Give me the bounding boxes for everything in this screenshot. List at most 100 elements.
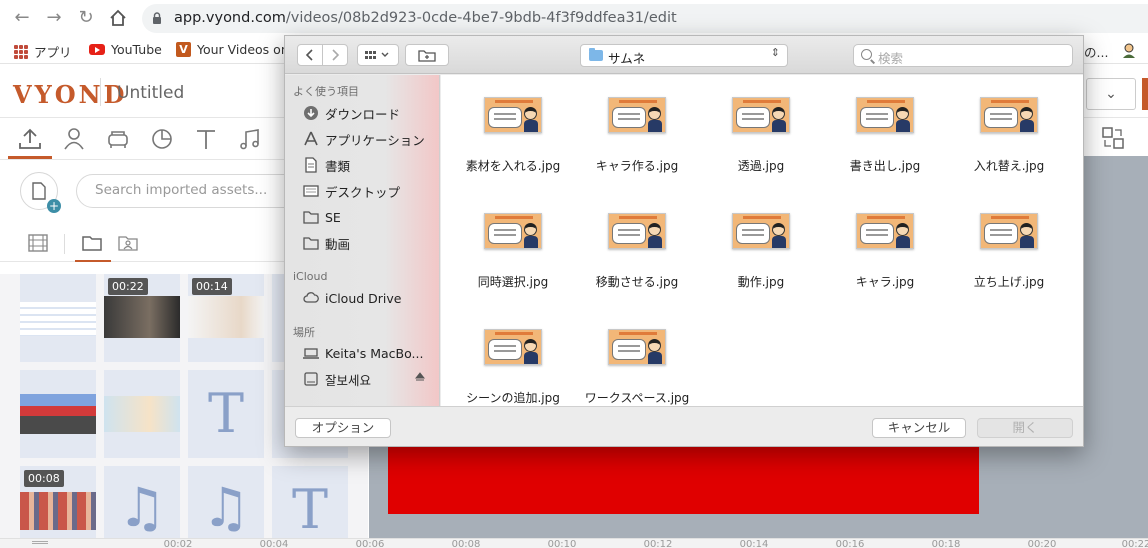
publish-button-edge[interactable]	[1142, 78, 1148, 110]
sidebar-item-label: Keita's MacBo...	[325, 345, 424, 361]
person-folder-icon[interactable]	[118, 234, 138, 252]
file-item[interactable]: 入れ替え.jpg	[954, 75, 1064, 181]
file-item[interactable]: 動作.jpg	[706, 191, 816, 297]
file-name: シーンの追加.jpg	[466, 391, 560, 405]
chart-icon[interactable]	[149, 126, 175, 152]
text-icon[interactable]	[193, 126, 219, 152]
file-item[interactable]: シーンの追加.jpg	[458, 307, 568, 413]
new-folder-button[interactable]	[405, 44, 449, 66]
bookmark-label: Your Videos on	[197, 42, 289, 57]
video-frame-image	[104, 296, 180, 338]
video-frame-image	[20, 492, 96, 530]
back-button[interactable]	[297, 44, 323, 66]
reload-icon[interactable]: ↻	[76, 8, 96, 28]
sidebar-item-macbook[interactable]: Keita's MacBo...	[303, 343, 423, 363]
text-icon: T	[207, 382, 245, 445]
sidebar-item-label: 書類	[325, 158, 351, 174]
video-frame-image	[188, 296, 264, 338]
file-item[interactable]: 移動させる.jpg	[582, 191, 692, 297]
sidebar-item-se[interactable]: SE	[303, 207, 341, 227]
file-item[interactable]: 立ち上げ.jpg	[954, 191, 1064, 297]
arrange-icon[interactable]	[1101, 126, 1125, 150]
folder-icon[interactable]	[82, 234, 102, 252]
desktop-icon	[303, 185, 319, 197]
header-right-controls: ⌄	[1086, 78, 1148, 110]
folder-icon	[303, 211, 319, 224]
forward-arrow-icon[interactable]: →	[44, 8, 64, 28]
bookmark-apps[interactable]: アプリ	[14, 42, 72, 61]
vyond-logo[interactable]: VYOND	[13, 80, 127, 109]
asset-thumbnail[interactable]	[104, 370, 180, 458]
asset-thumbnail[interactable]	[20, 274, 96, 362]
options-button[interactable]: オプション	[295, 418, 391, 438]
bookmark-your-videos[interactable]: V Your Videos on	[176, 42, 289, 57]
file-item[interactable]: 透過.jpg	[706, 75, 816, 181]
sidebar-item-label: ダウンロード	[325, 106, 401, 122]
home-icon[interactable]	[108, 8, 128, 28]
text-asset-thumbnail[interactable]: T	[272, 466, 348, 538]
asset-thumbnail[interactable]: 00:14	[188, 274, 264, 362]
file-open-dialog: サムネ ⇕ 検索 よく使う項目 ダウンロード アプリケーション 書類 デスクトッ…	[284, 35, 1084, 447]
asset-thumbnail[interactable]: 00:08	[20, 466, 96, 538]
file-item[interactable]: 素材を入れる.jpg	[458, 75, 568, 181]
text-asset-thumbnail[interactable]: T	[188, 370, 264, 458]
character-icon[interactable]	[61, 126, 87, 152]
search-icon	[861, 49, 872, 60]
sidebar-item-documents[interactable]: 書類	[303, 155, 350, 175]
lock-icon	[153, 12, 161, 24]
file-name: 動作.jpg	[737, 275, 785, 289]
file-item[interactable]: 書き出し.jpg	[830, 75, 940, 181]
prop-icon[interactable]	[105, 126, 131, 152]
chevron-down-icon[interactable]: ⌄	[1086, 78, 1136, 110]
url-text: app.vyond.com/videos/08b2d923-0cde-4be7-…	[174, 10, 677, 26]
duration-badge: 00:22	[108, 278, 148, 295]
file-item[interactable]: キャラ作る.jpg	[582, 75, 692, 181]
asset-thumbnail[interactable]	[20, 370, 96, 458]
dialog-toolbar: サムネ ⇕ 検索	[285, 36, 1083, 74]
timeline-tick: 00:04	[259, 539, 289, 548]
places-heading: 場所	[293, 326, 315, 339]
asset-thumbnail[interactable]: 00:22	[104, 274, 180, 362]
sidebar-item-downloads[interactable]: ダウンロード	[303, 103, 400, 123]
sidebar-item-applications[interactable]: アプリケーション	[303, 129, 425, 149]
cancel-button[interactable]: キャンセル	[872, 418, 966, 438]
bookmark-truncated[interactable]: の...	[1084, 42, 1108, 61]
sidebar-item-videos[interactable]: 動画	[303, 233, 350, 253]
sidebar-item-desktop[interactable]: デスクトップ	[303, 181, 400, 201]
sidebar-item-volume[interactable]: 잘보세요	[303, 369, 371, 389]
file-name: 書き出し.jpg	[849, 159, 921, 173]
video-title[interactable]: Untitled	[117, 83, 184, 103]
music-note-icon: ♫	[117, 476, 167, 538]
location-popup[interactable]: サムネ ⇕	[580, 44, 788, 67]
back-arrow-icon[interactable]: ←	[12, 8, 32, 28]
file-item[interactable]: キャラ.jpg	[830, 191, 940, 297]
file-item[interactable]: ワークスペース.jpg	[582, 307, 692, 413]
open-button[interactable]: 開く	[977, 418, 1073, 438]
file-item[interactable]: 同時選択.jpg	[458, 191, 568, 297]
address-bar[interactable]: app.vyond.com/videos/08b2d923-0cde-4be7-…	[142, 4, 1148, 33]
audio-asset-thumbnail[interactable]: ♫	[104, 466, 180, 538]
icon-grid-icon	[365, 51, 389, 59]
timeline-ruler[interactable]: 00:02 00:04 00:06 00:08 00:10 00:12 00:1…	[0, 538, 1148, 548]
view-mode-button[interactable]	[357, 44, 399, 66]
sidebar-item-label: SE	[325, 209, 341, 225]
banner-image	[20, 394, 96, 434]
eject-icon[interactable]	[415, 372, 425, 382]
forward-button[interactable]	[322, 44, 348, 66]
audio-asset-thumbnail[interactable]: ♫	[188, 466, 264, 538]
music-icon[interactable]	[237, 126, 263, 152]
sidebar-item-icloud-drive[interactable]: iCloud Drive	[303, 288, 401, 308]
drag-handle-icon[interactable]	[32, 541, 48, 542]
header-divider	[100, 78, 101, 106]
upload-asset-button[interactable]: +	[20, 172, 61, 213]
profile-avatar-icon[interactable]	[1121, 42, 1137, 58]
upload-icon[interactable]	[17, 126, 43, 152]
scene-canvas[interactable]	[388, 446, 979, 514]
sidebar-item-label: アプリケーション	[325, 132, 425, 148]
bookmark-youtube[interactable]: YouTube	[89, 42, 162, 57]
film-strip-icon[interactable]	[28, 234, 48, 252]
image-thumbnail	[732, 213, 790, 249]
dialog-search-field[interactable]: 検索	[853, 44, 1073, 67]
file-name: 素材を入れる.jpg	[465, 159, 561, 173]
bookmark-label: YouTube	[111, 42, 162, 57]
